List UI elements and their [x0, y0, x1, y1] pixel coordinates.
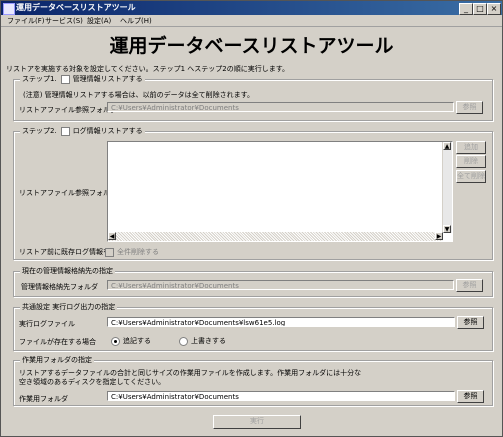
menu-bar: ファイル(F) サービス(S) 設定(A) ヘルプ(H): [1, 15, 502, 27]
append-radio[interactable]: [111, 336, 120, 346]
title-bar: 運用データベースリストアツール _ □ ×: [1, 1, 502, 15]
step1-legend: ステップ1. 管理情報リストアする: [20, 74, 145, 84]
overwrite-option[interactable]: 上書きする: [179, 336, 226, 346]
step2-horizontal-scrollbar[interactable]: ◀ ▶: [108, 232, 443, 241]
menu-settings[interactable]: 設定(A): [87, 16, 111, 26]
current-browse-button[interactable]: 参照: [456, 279, 483, 292]
menu-file[interactable]: ファイル(F): [7, 16, 45, 26]
log-file-field[interactable]: C:¥Users¥Administrator¥Documents¥lsw61e5…: [107, 317, 455, 327]
step2-checkbox-label: ログ情報リストアする: [72, 127, 143, 135]
app-window: 運用データベースリストアツール _ □ × ファイル(F) サービス(S) 設定…: [0, 0, 503, 437]
append-label: 追記する: [123, 337, 151, 345]
maximize-button[interactable]: □: [473, 3, 487, 15]
step1-checkbox[interactable]: [60, 74, 70, 84]
window-title: 運用データベースリストアツール: [16, 3, 136, 12]
overwrite-label: 上書きする: [191, 337, 226, 345]
step2-delete-all-option: 全件削除する: [105, 247, 159, 257]
work-folder-label: 作業用フォルダ: [19, 395, 68, 403]
step1-browse-button[interactable]: 参照: [456, 101, 483, 114]
step2-title: ステップ2.: [22, 127, 57, 135]
overwrite-radio[interactable]: [179, 336, 188, 346]
step1-note: (注意) 管理情報リストアする場合は、以前のデータは全て削除されます。: [23, 91, 254, 99]
execute-button[interactable]: 実行: [213, 415, 301, 429]
step2-delete-all-checkbox[interactable]: [105, 247, 114, 257]
step2-add-button[interactable]: 追加: [456, 141, 486, 154]
work-desc-line2: 空き領域のあるディスクを指定してください。: [19, 378, 166, 386]
current-legend: 現在の管理情報格納先の指定: [20, 266, 115, 276]
step2-pre-delete-label: リストア前に既存ログ情報を: [19, 248, 110, 256]
step2-file-list[interactable]: ▲ ▼ ◀ ▶: [107, 141, 453, 242]
scroll-down-icon[interactable]: ▼: [443, 225, 451, 233]
scroll-up-icon[interactable]: ▲: [443, 142, 451, 150]
work-folder-field[interactable]: C:¥Users¥Administrator¥Documents: [107, 391, 455, 401]
step2-ref-folder-label: リストアファイル参照フォルダ: [19, 189, 117, 197]
log-file-label: 実行ログファイル: [19, 320, 75, 328]
page-title: 運用データベースリストアツール: [109, 35, 394, 57]
file-exists-label: ファイルが存在する場合: [19, 338, 96, 346]
scroll-left-icon[interactable]: ◀: [108, 232, 116, 240]
step2-remove-all-button[interactable]: 全て削除: [456, 170, 486, 183]
append-option[interactable]: 追記する: [111, 336, 151, 346]
minimize-button[interactable]: _: [459, 3, 473, 15]
scroll-right-icon[interactable]: ▶: [435, 232, 443, 240]
close-button[interactable]: ×: [487, 3, 501, 15]
work-browse-button[interactable]: 参照: [457, 390, 484, 403]
step1-ref-folder-field[interactable]: C:¥Users¥Administrator¥Documents: [107, 102, 454, 112]
menu-service[interactable]: サービス(S): [45, 16, 83, 26]
app-icon: [3, 3, 15, 15]
step1-title: ステップ1.: [22, 75, 57, 83]
step2-vertical-scrollbar[interactable]: ▲ ▼: [442, 142, 452, 233]
menu-help[interactable]: ヘルプ(H): [120, 16, 152, 26]
log-browse-button[interactable]: 参照: [457, 316, 484, 329]
step2-remove-button[interactable]: 削除: [456, 155, 486, 168]
intro-text: リストアを実施する対象を設定してください。ステップ1 へステップ2の順に実行しま…: [6, 65, 290, 73]
current-folder-field[interactable]: C:¥Users¥Administrator¥Documents: [107, 280, 454, 290]
step2-delete-all-label: 全件削除する: [117, 248, 159, 256]
step2-checkbox[interactable]: [60, 126, 70, 136]
work-legend: 作業用フォルダの指定: [20, 355, 94, 365]
common-legend: 共通設定 実行ログ出力の指定: [20, 302, 118, 312]
current-folder-label: 管理情報格納先フォルダ: [21, 283, 98, 291]
step1-checkbox-label: 管理情報リストアする: [72, 75, 143, 83]
step2-legend: ステップ2. ログ情報リストアする: [20, 126, 145, 136]
step1-ref-folder-label: リストアファイル参照フォルダ: [19, 106, 117, 114]
